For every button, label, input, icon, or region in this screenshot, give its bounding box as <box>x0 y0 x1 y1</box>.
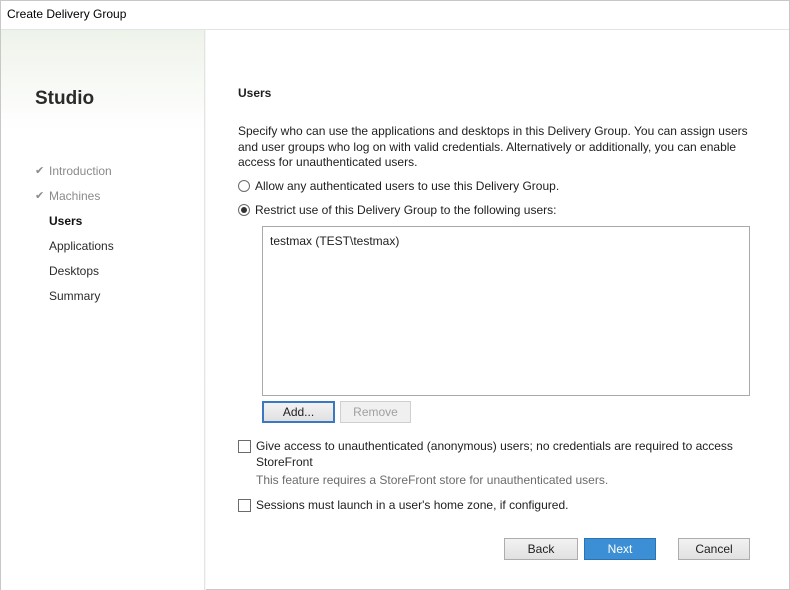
step-applications[interactable]: Applications <box>35 238 114 263</box>
step-label: Desktops <box>49 264 100 278</box>
window-title: Create Delivery Group <box>7 7 127 21</box>
page-description: Specify who can use the applications and… <box>238 124 748 169</box>
remove-user-button[interactable]: Remove <box>340 401 411 423</box>
page-title: Users <box>238 86 272 100</box>
radio-label: Allow any authenticated users to use thi… <box>255 179 560 193</box>
step-label: Introduction <box>49 164 112 178</box>
next-button[interactable]: Next <box>584 538 656 560</box>
unauthenticated-checkbox[interactable] <box>238 440 251 453</box>
step-label: Applications <box>49 239 114 253</box>
home-zone-checkbox[interactable] <box>238 499 251 512</box>
wizard-content: Users Specify who can use the applicatio… <box>206 30 789 590</box>
step-users[interactable]: Users <box>35 213 114 238</box>
step-label: Users <box>49 214 83 228</box>
radio-button-unchecked[interactable] <box>238 180 250 192</box>
list-item[interactable]: testmax (TEST\testmax) <box>270 234 399 248</box>
check-icon: ✔ <box>35 165 45 177</box>
users-list[interactable]: testmax (TEST\testmax) <box>262 226 750 396</box>
studio-brand: Studio <box>35 88 95 109</box>
add-user-button[interactable]: Add... <box>262 401 335 423</box>
radio-label: Restrict use of this Delivery Group to t… <box>255 203 557 217</box>
unauthenticated-access-option[interactable]: Give access to unauthenticated (anonymou… <box>238 439 756 470</box>
home-zone-option[interactable]: Sessions must launch in a user's home zo… <box>238 498 756 514</box>
wizard-steps: ✔ Introduction ✔ Machines Users Applicat… <box>35 163 114 313</box>
radio-button-checked[interactable] <box>238 204 250 216</box>
step-desktops[interactable]: Desktops <box>35 263 114 288</box>
step-introduction[interactable]: ✔ Introduction <box>35 163 114 188</box>
step-label: Summary <box>49 289 101 303</box>
cancel-button[interactable]: Cancel <box>678 538 750 560</box>
step-machines[interactable]: ✔ Machines <box>35 188 114 213</box>
wizard-sidebar: Studio ✔ Introduction ✔ Machines Users A… <box>1 30 204 590</box>
title-bar: Create Delivery Group <box>1 1 789 30</box>
back-button[interactable]: Back <box>504 538 578 560</box>
checkbox-label: Sessions must launch in a user's home zo… <box>256 498 569 512</box>
step-label: Machines <box>49 189 101 203</box>
radio-restrict-users[interactable]: Restrict use of this Delivery Group to t… <box>238 203 556 219</box>
radio-allow-any-authenticated[interactable]: Allow any authenticated users to use thi… <box>238 179 559 195</box>
unauthenticated-note: This feature requires a StoreFront store… <box>256 473 609 487</box>
step-summary[interactable]: Summary <box>35 288 114 313</box>
checkbox-label: Give access to unauthenticated (anonymou… <box>256 439 733 469</box>
check-icon: ✔ <box>35 190 45 202</box>
create-delivery-group-window: Create Delivery Group Studio ✔ Introduct… <box>0 0 790 590</box>
